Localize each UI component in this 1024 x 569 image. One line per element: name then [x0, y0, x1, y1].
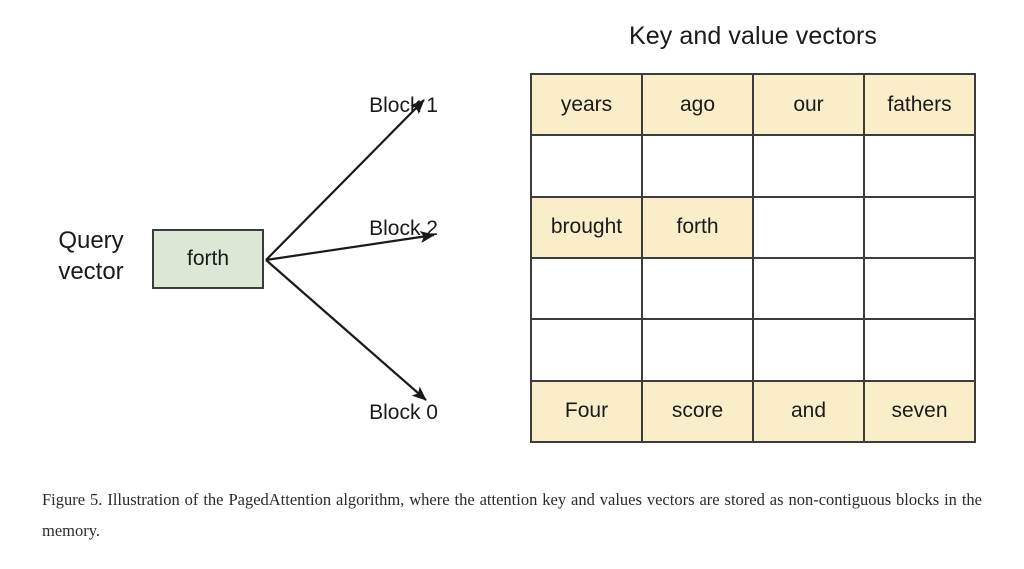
- memory-cell-r3-c0: [532, 258, 643, 321]
- figure-pagedattention: Key and value vectors Query vector forth…: [0, 0, 1024, 569]
- memory-cell-r4-c2: [754, 320, 865, 382]
- memory-cell-r3-c1: [643, 258, 754, 321]
- memory-cell-r1-c1: [643, 136, 754, 198]
- memory-cell-r2-c0: brought: [532, 197, 643, 259]
- memory-cell-r1-c2: [754, 136, 865, 198]
- memory-cell-r3-c2: [754, 258, 865, 321]
- memory-cell-text: score: [671, 399, 724, 423]
- query-vector-token: forth: [186, 247, 230, 270]
- memory-cell-text: and: [790, 399, 827, 423]
- memory-cell-r0-c3: fathers: [865, 75, 976, 137]
- memory-cell-r5-c0: Four: [532, 381, 643, 443]
- memory-cell-r4-c3: [865, 320, 976, 382]
- block-label-block-0: Block 0: [369, 401, 438, 424]
- arrow-to-block-0: [265, 259, 427, 401]
- memory-cell-r5-c1: score: [643, 381, 754, 443]
- memory-cell-text: forth: [676, 215, 719, 239]
- block-label-block-2: Block 2: [369, 217, 438, 240]
- grid-title: Key and value vectors: [628, 22, 878, 50]
- memory-cell-r5-c3: seven: [865, 381, 976, 443]
- memory-cell-r0-c1: ago: [643, 75, 754, 137]
- memory-grid: years ago our fathers brought forth Four score a…: [530, 73, 976, 443]
- memory-cell-text: ago: [679, 92, 716, 116]
- memory-cell-r2-c2: [754, 197, 865, 259]
- memory-cell-r1-c3: [865, 136, 976, 198]
- query-vector-label: Query vector: [38, 225, 144, 287]
- memory-cell-r0-c0: years: [532, 75, 643, 137]
- memory-cell-r2-c3: [865, 197, 976, 259]
- memory-cell-text: years: [560, 92, 613, 116]
- memory-cell-text: fathers: [887, 92, 952, 116]
- memory-cell-r5-c2: and: [754, 381, 865, 443]
- memory-cell-text: our: [793, 92, 824, 116]
- query-vector-label-line1: Query: [58, 227, 124, 254]
- block-label-block-1: Block 1: [369, 94, 438, 117]
- memory-cell-text: Four: [564, 399, 609, 423]
- memory-cell-text: brought: [550, 215, 623, 239]
- memory-cell-r3-c3: [865, 258, 976, 321]
- memory-cell-r4-c1: [643, 320, 754, 382]
- memory-cell-r1-c0: [532, 136, 643, 198]
- query-vector-box: forth: [152, 229, 264, 289]
- query-vector-label-line2: vector: [58, 258, 124, 285]
- memory-cell-r0-c2: our: [754, 75, 865, 137]
- arrow-group: [265, 99, 435, 401]
- memory-cell-text: seven: [891, 399, 948, 423]
- memory-cell-r4-c0: [532, 320, 643, 382]
- memory-cell-r2-c1: forth: [643, 197, 754, 259]
- figure-caption: Figure 5. Illustration of the PagedAtten…: [42, 490, 982, 540]
